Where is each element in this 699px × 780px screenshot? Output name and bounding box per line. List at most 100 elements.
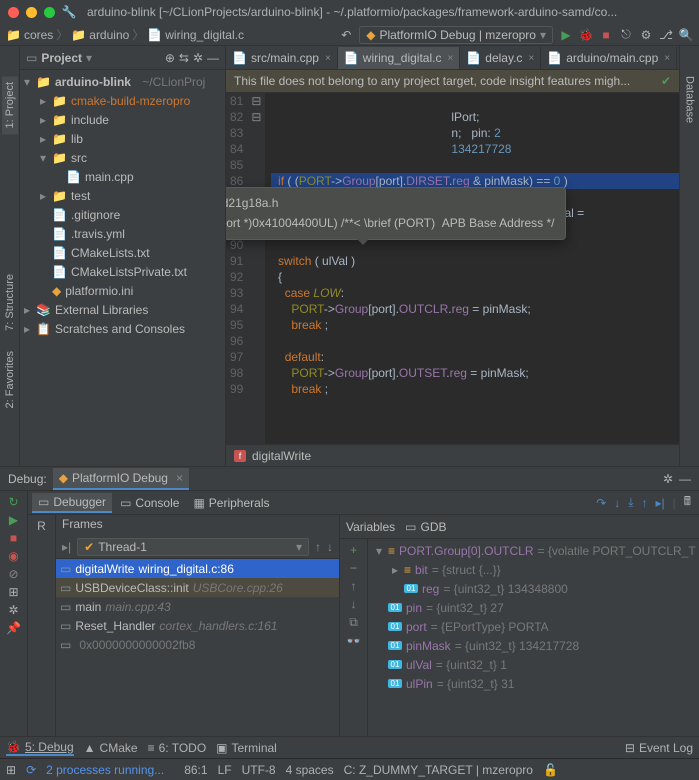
evaluate-icon[interactable]: 🖩 [684,492,691,513]
copy-icon[interactable]: ⧉ [349,615,358,630]
database-tool-button[interactable]: Database [684,76,696,123]
console-tab[interactable]: ▭Console [114,494,185,512]
up-icon[interactable]: ↑ [351,579,357,593]
cmake-tool-button[interactable]: ▲ CMake [84,741,138,755]
terminal-tool-button[interactable]: ▣ Terminal [216,741,277,755]
stop-icon[interactable]: ■ [599,28,613,42]
cursor-position[interactable]: 86:1 [184,763,207,777]
tree-node[interactable]: ▸📁test [20,186,225,205]
thread-select[interactable]: ✔Thread-1▾ [77,538,309,556]
variable-row[interactable]: 01 ulVal = {uint32_t} 1 [368,655,699,674]
tree-node[interactable]: ▾📁src [20,148,225,167]
variables-header[interactable]: Variables [346,520,395,534]
project-tool-button[interactable]: 1: Project [2,76,18,134]
build-icon[interactable]: ⚙ [639,28,653,42]
tree-node[interactable]: 📄CMakeListsPrivate.txt [20,262,225,281]
attach-icon[interactable]: ⎋ [619,28,633,42]
indent[interactable]: 4 spaces [286,763,334,777]
run-to-cursor-icon[interactable]: ▸| [656,496,665,510]
tree-node[interactable]: ▸📁lib [20,129,225,148]
frame-row[interactable]: ▭Reset_Handler cortex_handlers.c:161 [56,616,339,635]
variable-row[interactable]: 01 ulPin = {uint32_t} 31 [368,674,699,693]
todo-tool-button[interactable]: ≡ 6: TODO [148,741,207,755]
tree-node[interactable]: 📄CMakeLists.txt [20,243,225,262]
search-icon[interactable]: 🔍 [679,28,693,42]
external-libraries[interactable]: External Libraries [55,303,148,317]
project-tree[interactable]: ▾📁arduino-blink ~/CLionProj ▸📁cmake-buil… [20,70,225,466]
context[interactable]: C: Z_DUMMY_TARGET | mzeropro [344,763,533,777]
run-icon[interactable]: ▶ [559,28,573,42]
scratches[interactable]: Scratches and Consoles [55,322,185,336]
force-step-icon[interactable]: ⤓ [628,495,633,510]
step-into-icon[interactable]: ↓ [614,496,620,510]
structure-tool-button[interactable]: 7: Structure [4,274,16,331]
zoom-window-icon[interactable] [44,7,55,18]
tree-node[interactable]: 📄main.cpp [20,167,225,186]
favorites-tool-button[interactable]: 2: Favorites [4,351,16,408]
frames-list[interactable]: ▭digitalWrite wiring_digital.c:86▭USBDev… [56,559,339,736]
frame-up-icon[interactable]: ↑ [315,540,321,554]
frame-row[interactable]: ▭digitalWrite wiring_digital.c:86 [56,559,339,578]
rerun-icon[interactable]: ↻ [8,495,18,509]
tree-node[interactable]: ▸📁include [20,110,225,129]
layout-icon[interactable]: ⊞ [8,585,18,599]
collapse-icon[interactable]: ⇆ [179,51,189,65]
editor-tab[interactable]: 📄wiring_digital.c× [338,47,461,69]
view-bp-icon[interactable]: ◉ [8,549,18,563]
debugger-tab[interactable]: ▭Debugger [32,493,112,513]
tree-node[interactable]: ◆platformio.ini [20,281,225,300]
prev-frame-icon[interactable]: ▸| [62,540,71,554]
variables-tree[interactable]: ▾≡ PORT.Group[0].OUTCLR = {volatile PORT… [368,539,699,736]
step-over-icon[interactable]: ↷ [596,496,606,510]
stop-icon[interactable]: ■ [10,531,17,545]
lock-icon[interactable]: 🔓 [543,763,558,777]
breadcrumb[interactable]: 📁cores〉 📁arduino〉 📄wiring_digital.c [6,26,244,43]
frame-down-icon[interactable]: ↓ [327,540,333,554]
tree-node[interactable]: ▸📁cmake-build-mzeropro [20,91,225,110]
frame-row[interactable]: ▭USBDeviceClass::init USBCore.cpp:26 [56,578,339,597]
restart-frame-icon[interactable]: R [37,519,46,533]
step-out-icon[interactable]: ↑ [642,496,648,510]
gear-icon[interactable]: ✲ [193,51,203,65]
debug-tab[interactable]: ◆PlatformIO Debug× [53,468,189,490]
resume-icon[interactable]: ▶ [9,513,18,527]
debug-icon[interactable]: 🐞 [579,28,593,42]
variable-row[interactable]: 01 port = {EPortType} PORTA [368,617,699,636]
settings-icon[interactable]: ✲ [8,603,18,617]
glasses-icon[interactable]: 👓 [346,634,361,648]
hide-icon[interactable]: — [207,51,219,65]
back-icon[interactable]: ↶ [339,28,353,42]
processes-status[interactable]: 2 processes running... [46,763,164,777]
frame-row[interactable]: ▭main main.cpp:43 [56,597,339,616]
locate-icon[interactable]: ⊕ [165,51,175,65]
debug-tool-button[interactable]: 🐞 5: Debug [6,740,74,756]
tool-window-toggle-icon[interactable]: ⊞ [6,763,16,777]
peripherals-tab[interactable]: ▦Peripherals [187,494,275,512]
mute-bp-icon[interactable]: ⊘ [8,567,18,581]
variable-row[interactable]: 01 pinMask = {uint32_t} 134217728 [368,636,699,655]
gdb-tab[interactable]: ▭GDB [405,520,446,534]
down-icon[interactable]: ↓ [351,597,357,611]
editor-tab[interactable]: 📄delay.c× [460,47,541,69]
tree-node[interactable]: 📄.travis.yml [20,224,225,243]
editor-tab[interactable]: 📄arduino/main.cpp× [541,47,677,69]
hide-icon[interactable]: — [679,472,691,486]
variable-row[interactable]: ▾≡ PORT.Group[0].OUTCLR = {volatile PORT… [368,541,699,560]
project-root[interactable]: arduino-blink [55,75,131,89]
run-configuration-select[interactable]: ◆PlatformIO Debug | mzeropro▾ [359,26,553,44]
pin-icon[interactable]: 📌 [6,621,21,635]
variable-row[interactable]: 01 pin = {uint32_t} 27 [368,598,699,617]
close-window-icon[interactable] [8,7,19,18]
tree-node[interactable]: 📄.gitignore [20,205,225,224]
editor-tab[interactable]: 📄src/main.cpp× [226,47,338,69]
remove-watch-icon[interactable]: − [350,561,357,575]
line-sep[interactable]: LF [218,763,232,777]
variable-row[interactable]: ▸≡ bit = {struct {...}} [368,560,699,579]
minimize-window-icon[interactable] [26,7,37,18]
event-log-button[interactable]: ⊟ Event Log [625,741,693,755]
code-editor[interactable]: Declared In: samd21g18a.h #define PORT (… [226,93,679,444]
encoding[interactable]: UTF-8 [242,763,276,777]
variable-row[interactable]: 01 reg = {uint32_t} 134348800 [368,579,699,598]
frame-row[interactable]: ▭ 0x0000000000002fb8 [56,635,339,654]
project-view-label[interactable]: Project [41,51,82,65]
